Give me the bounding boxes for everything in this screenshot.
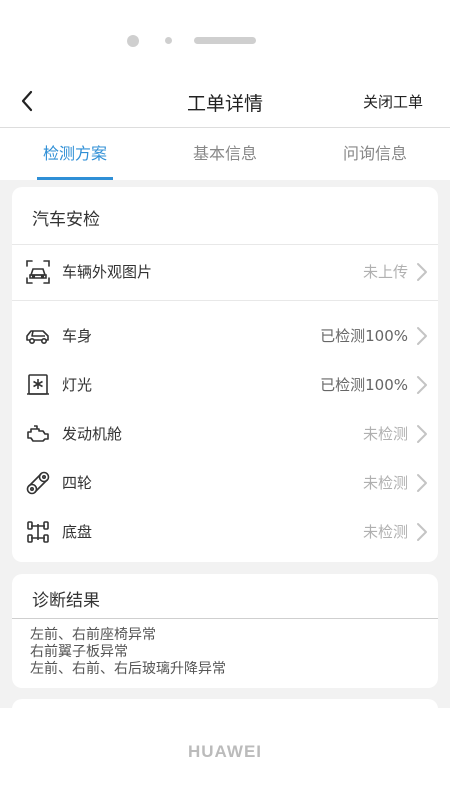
inspection-item-chassis[interactable]: 底盘 未检测 [12, 508, 438, 556]
back-button[interactable] [16, 89, 40, 113]
inspection-item-engine[interactable]: 发动机舱 未检测 [12, 410, 438, 458]
chevron-right-icon [417, 474, 427, 492]
vehicle-photo-status: 未上传 [362, 263, 408, 281]
vehicle-photo-row[interactable]: 车辆外观图片 未上传 [12, 248, 438, 296]
inspection-item-body[interactable]: 车身 已检测100% [12, 312, 438, 360]
chevron-right-icon [417, 327, 427, 345]
item-status: 未检测 [362, 474, 408, 492]
navigation-bar: 工单详情 关闭工单 [0, 75, 450, 128]
inspection-title: 汽车安检 [32, 210, 100, 230]
wheel-icon [26, 471, 50, 495]
tab-bar: 检测方案 基本信息 问询信息 [0, 128, 450, 180]
item-label: 灯光 [62, 376, 93, 394]
chevron-right-icon [417, 376, 427, 394]
close-order-button[interactable]: 关闭工单 [363, 91, 423, 112]
chevron-left-icon [21, 90, 33, 112]
diagnosis-line: 左前、右前座椅异常 [30, 627, 156, 643]
divider [12, 300, 438, 301]
inspection-item-wheels[interactable]: 四轮 未检测 [12, 459, 438, 507]
device-bottom-bezel: HUAWEI [0, 708, 450, 800]
device-top-bezel [0, 0, 450, 75]
item-status: 已检测100% [320, 376, 408, 394]
item-status: 未检测 [362, 425, 408, 443]
diagnosis-title: 诊断结果 [32, 591, 100, 611]
proximity-sensor [165, 37, 172, 44]
car-body-icon [26, 330, 49, 345]
chassis-icon [27, 521, 49, 543]
divider [12, 244, 438, 245]
next-card [12, 699, 438, 708]
device-brand-logo: HUAWEI [188, 742, 262, 761]
vehicle-photo-label: 车辆外观图片 [62, 263, 153, 281]
divider [12, 618, 438, 619]
diagnosis-line: 左前、右前、右后玻璃升降异常 [30, 661, 226, 677]
tab-inspection-plan[interactable]: 检测方案 [25, 128, 125, 180]
earpiece-speaker [194, 37, 256, 44]
tab-inquiry-info[interactable]: 问询信息 [325, 128, 425, 180]
car-camera-icon [26, 260, 50, 284]
active-tab-indicator [37, 177, 113, 180]
front-camera [127, 35, 139, 47]
inspection-card: 汽车安检 车辆外观图片 未上传 车身 已检测100% 灯光 已检测100% 发动… [12, 187, 438, 562]
item-label: 发动机舱 [62, 425, 123, 443]
chevron-right-icon [417, 263, 427, 281]
item-label: 车身 [62, 327, 93, 345]
chevron-right-icon [417, 523, 427, 541]
diagnosis-results: 左前、右前座椅异常 右前翼子板异常 左前、右前、右后玻璃升降异常 [30, 627, 226, 678]
tab-basic-info[interactable]: 基本信息 [175, 128, 275, 180]
item-status: 未检测 [362, 523, 408, 541]
chevron-right-icon [417, 425, 427, 443]
item-label: 四轮 [62, 474, 93, 492]
item-label: 底盘 [62, 523, 93, 541]
inspection-item-light[interactable]: 灯光 已检测100% [12, 361, 438, 409]
item-status: 已检测100% [320, 327, 408, 345]
diagnosis-line: 右前翼子板异常 [30, 644, 128, 660]
light-icon [27, 374, 49, 395]
engine-icon [27, 425, 49, 442]
diagnosis-card: 诊断结果 左前、右前座椅异常 右前翼子板异常 左前、右前、右后玻璃升降异常 [12, 574, 438, 688]
app-screen: 工单详情 关闭工单 检测方案 基本信息 问询信息 汽车安检 车辆外观图片 未上传 [0, 75, 450, 708]
